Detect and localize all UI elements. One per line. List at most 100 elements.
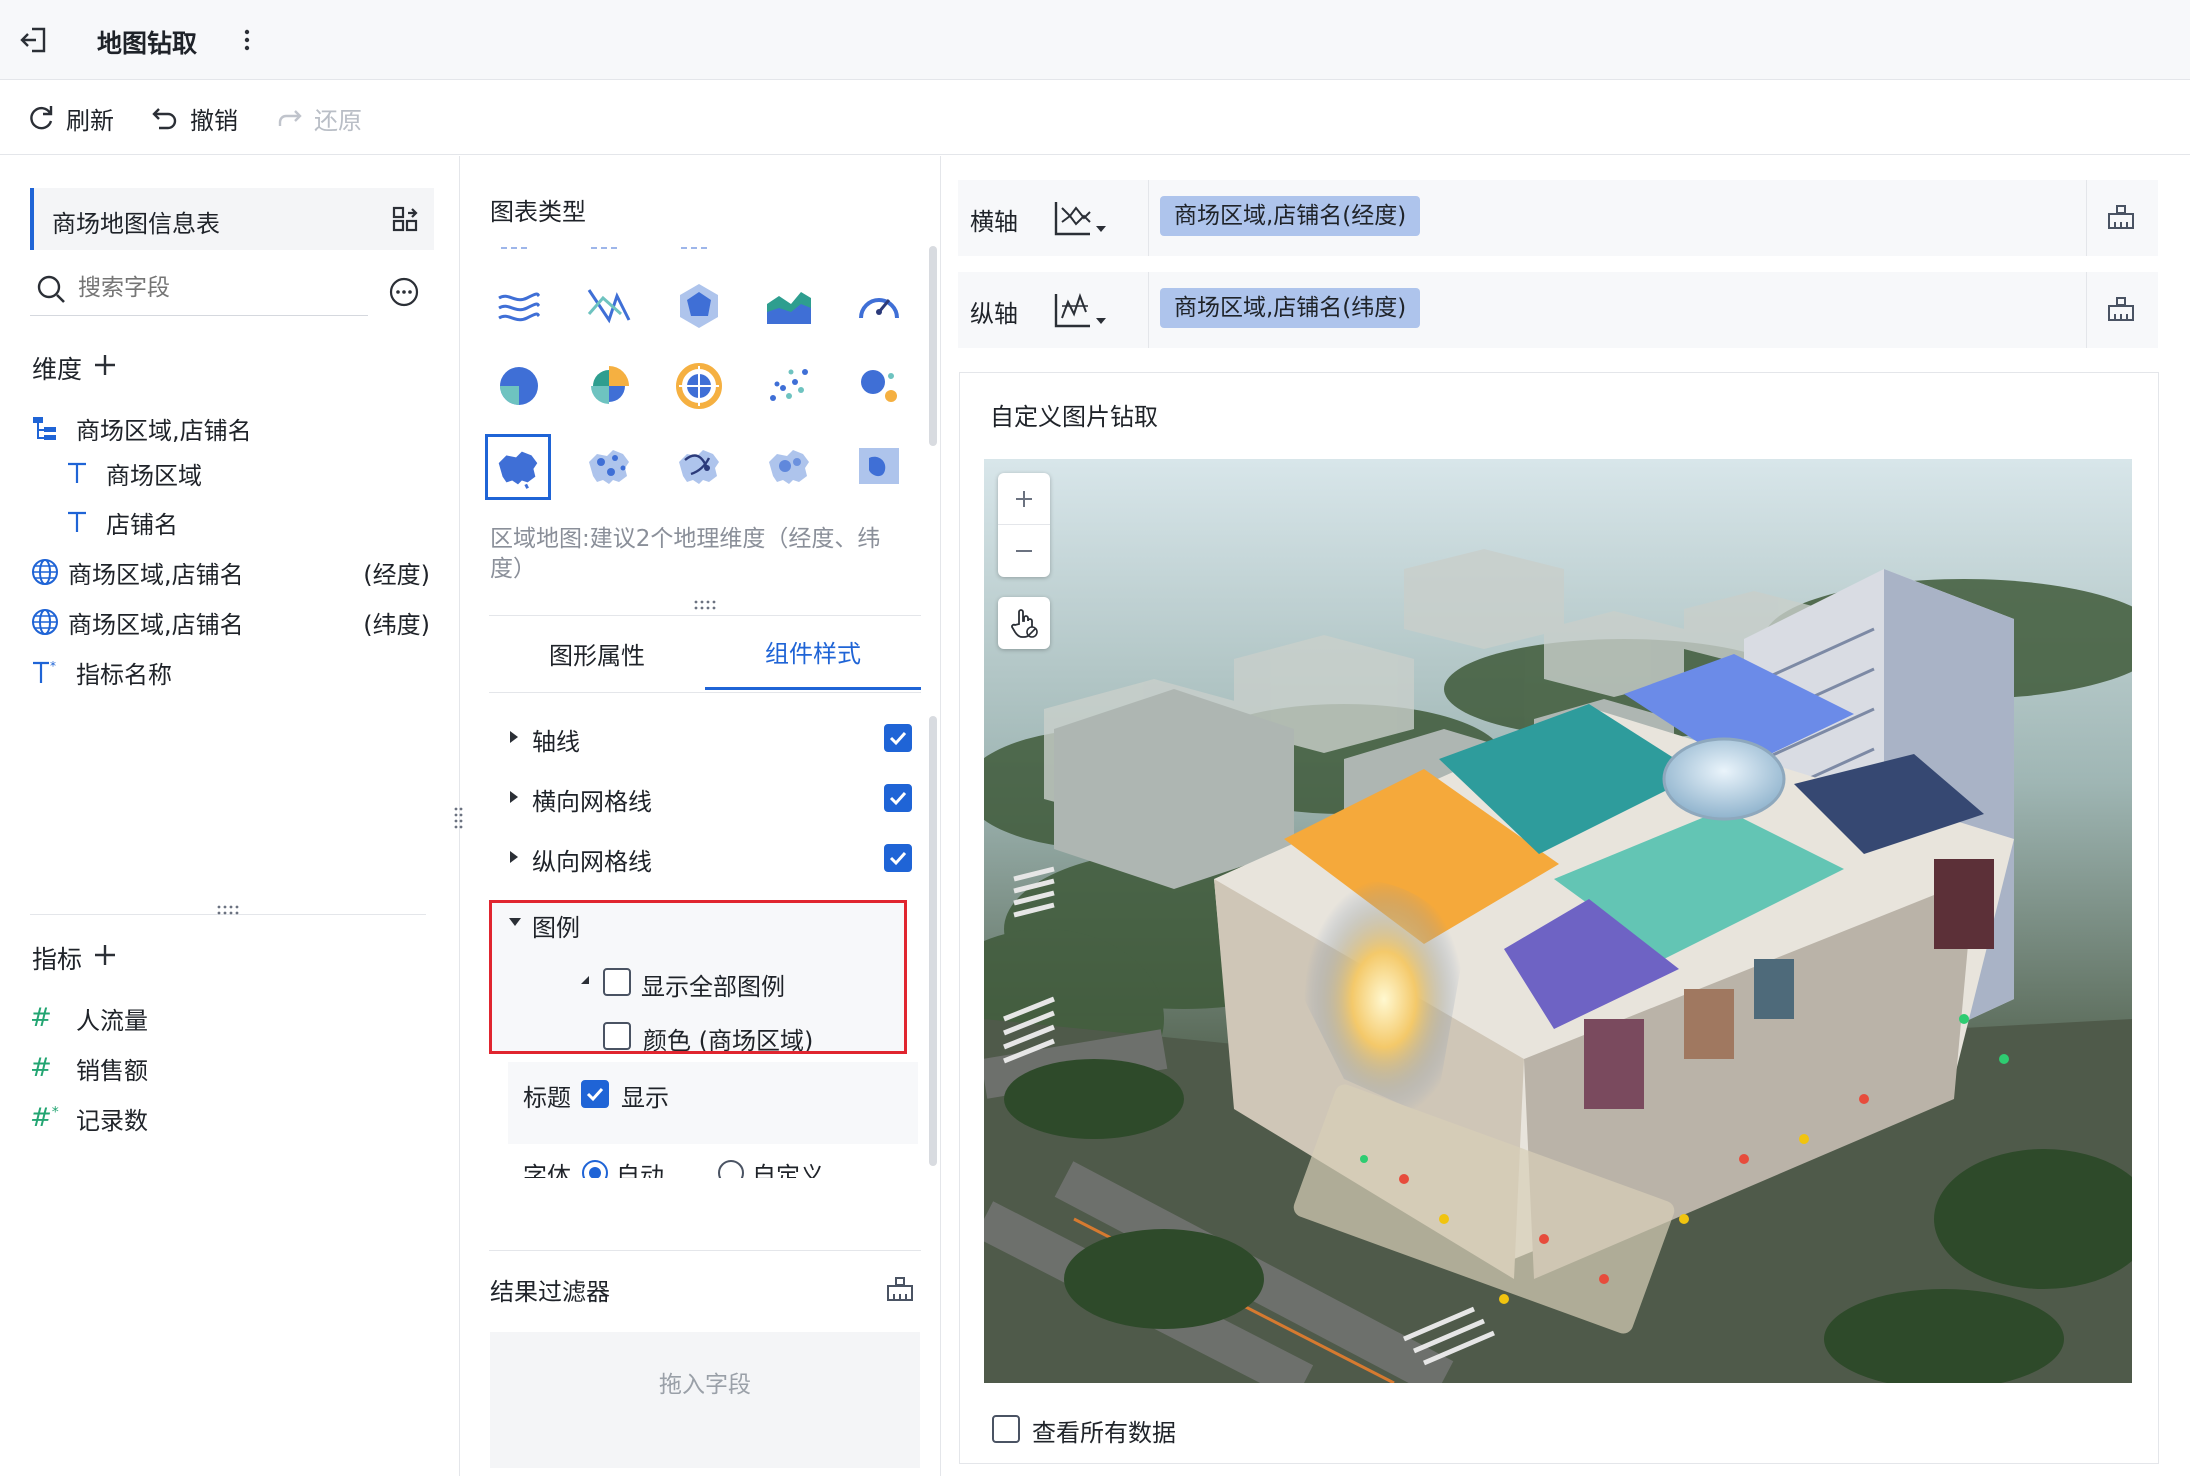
- measure-item-count[interactable]: #* 记录数: [30, 1098, 148, 1138]
- x-axis-field-pill[interactable]: 商场区域,店铺名(经度): [1160, 196, 1421, 236]
- chart-type-heat-map[interactable]: [761, 438, 817, 494]
- chart-type-hint: 区域地图:建议2个地理维度（经度、纬度）: [490, 526, 881, 582]
- style-item-label: 横向网格线: [532, 788, 652, 816]
- title-show-checkbox[interactable]: [581, 1080, 609, 1108]
- chart-type-header: 图表类型: [490, 198, 586, 226]
- chart-type-scrollbar[interactable]: [929, 246, 937, 446]
- section-divider: [489, 692, 921, 693]
- plus-icon: [1016, 490, 1032, 507]
- x-axis-settings-icon[interactable]: [2106, 202, 2136, 232]
- x-axis-scale-icon[interactable]: [1052, 196, 1110, 240]
- chart-type-pie[interactable]: [491, 358, 547, 414]
- chart-config-panel: 图表类型 区域地图:建议2个地理维度（经度、纬度） 图形属性 组件样式 轴线 横…: [461, 156, 941, 1476]
- y-axis-shelf[interactable]: 纵轴 商场区域,店铺名(纬度): [958, 272, 2158, 348]
- measure-label: 人流量: [76, 1006, 148, 1035]
- more-vertical-icon[interactable]: [242, 26, 252, 54]
- undo-button[interactable]: 撤销: [150, 81, 238, 155]
- dimension-item-hierarchy[interactable]: 商场区域,店铺名: [30, 408, 252, 448]
- chart-type-scatter[interactable]: [761, 358, 817, 414]
- redo-label: 还原: [314, 106, 362, 135]
- refresh-icon: [30, 106, 53, 130]
- style-item-hgrid[interactable]: 横向网格线: [508, 776, 918, 820]
- add-measure-icon[interactable]: [92, 942, 118, 968]
- font-custom-radio[interactable]: [718, 1160, 744, 1178]
- chart-canvas: 自定义图片钻取 查看所有数据: [959, 372, 2159, 1464]
- dimension-label: 商场区域,店铺名: [68, 560, 244, 589]
- chart-type-radar[interactable]: [671, 278, 727, 334]
- chart-type-sunburst[interactable]: [671, 358, 727, 414]
- font-auto-radio[interactable]: [582, 1160, 608, 1178]
- chart-type-radar-line[interactable]: [581, 278, 637, 334]
- measures-header: 指标: [32, 945, 83, 974]
- toolbar: 刷新 撤销 还原: [0, 81, 2190, 155]
- chart-type-custom-map[interactable]: [851, 438, 907, 494]
- tab-graphic-properties[interactable]: 图形属性: [489, 616, 705, 690]
- chart-type-bubble[interactable]: [851, 358, 907, 414]
- switch-dataset-icon[interactable]: [390, 204, 420, 234]
- zoom-out-button[interactable]: [998, 525, 1050, 577]
- y-axis-field-pill[interactable]: 商场区域,店铺名(纬度): [1160, 288, 1421, 328]
- exit-icon[interactable]: [18, 24, 50, 56]
- canvas-title: 自定义图片钻取: [990, 403, 1158, 431]
- title-option-label: 标题: [523, 1084, 571, 1112]
- undo-icon: [152, 108, 177, 130]
- tab-component-style[interactable]: 组件样式: [705, 616, 921, 690]
- drill-mode-button[interactable]: [998, 597, 1050, 649]
- number-icon: #: [30, 1053, 52, 1083]
- chart-type-point-map[interactable]: [581, 438, 637, 494]
- font-custom-label: 自定义: [752, 1162, 824, 1178]
- y-axis-scale-icon[interactable]: [1052, 288, 1110, 332]
- chart-type-stream[interactable]: [491, 278, 547, 334]
- x-axis-shelf[interactable]: 横轴 商场区域,店铺名(经度): [958, 180, 2158, 256]
- y-axis-settings-icon[interactable]: [2106, 294, 2136, 324]
- properties-scrollbar[interactable]: [929, 716, 937, 1166]
- hgrid-checkbox[interactable]: [884, 784, 912, 812]
- dimension-item-longitude[interactable]: 商场区域,店铺名 (经度): [30, 552, 430, 592]
- view-all-data-checkbox[interactable]: [992, 1415, 1020, 1443]
- redo-button[interactable]: 还原: [274, 81, 362, 155]
- search-icon: [37, 275, 65, 303]
- text-field-icon: [68, 462, 86, 483]
- style-item-vgrid[interactable]: 纵向网格线: [508, 836, 918, 880]
- measure-item-sales[interactable]: # 销售额: [30, 1048, 148, 1088]
- legend-highlight-box: [489, 900, 907, 1054]
- field-search[interactable]: [30, 260, 368, 316]
- mall-aerial-image[interactable]: [984, 459, 2132, 1383]
- dimension-label: 指标名称: [76, 660, 172, 689]
- redo-icon: [278, 110, 302, 126]
- more-options-icon[interactable]: [388, 276, 420, 308]
- dimension-label: 商场区域: [106, 461, 202, 490]
- dimension-item-metric-name[interactable]: * 指标名称: [30, 652, 172, 692]
- measure-label: 销售额: [76, 1056, 148, 1085]
- dataset-name: 商场地图信息表: [52, 210, 220, 238]
- china-map-icon: [498, 451, 538, 489]
- undo-label: 撤销: [190, 106, 238, 135]
- chart-type-area[interactable]: [761, 278, 817, 334]
- search-input[interactable]: [78, 270, 358, 306]
- filter-settings-icon[interactable]: [885, 1274, 915, 1304]
- axis-checkbox[interactable]: [884, 724, 912, 752]
- refresh-label: 刷新: [66, 106, 114, 135]
- dataset-selector[interactable]: 商场地图信息表: [30, 188, 434, 250]
- chart-type-flow-map[interactable]: [671, 438, 727, 494]
- vgrid-checkbox[interactable]: [884, 844, 912, 872]
- style-item-axis[interactable]: 轴线: [508, 716, 918, 760]
- refresh-button[interactable]: 刷新: [26, 81, 114, 155]
- add-dimension-icon[interactable]: [92, 352, 118, 378]
- chart-type-region-map[interactable]: [485, 434, 551, 500]
- dimension-item-latitude[interactable]: 商场区域,店铺名 (纬度): [30, 602, 430, 642]
- zoom-in-button[interactable]: [998, 473, 1050, 525]
- hand-pointer-icon: [1011, 609, 1038, 638]
- style-item-label: 轴线: [532, 728, 580, 756]
- chart-type-rose[interactable]: [581, 358, 637, 414]
- chart-type-gauge[interactable]: [851, 278, 907, 334]
- zoom-controls: [998, 473, 1050, 577]
- measure-label: 记录数: [76, 1106, 148, 1135]
- filter-drop-zone[interactable]: 拖入字段: [490, 1332, 920, 1468]
- dimension-item-area[interactable]: 商场区域: [64, 453, 202, 493]
- number-calc-icon: #*: [30, 1103, 59, 1133]
- resize-handle-icon[interactable]: [216, 904, 244, 916]
- dimension-item-store[interactable]: 店铺名: [64, 502, 178, 542]
- resize-handle-icon[interactable]: [693, 599, 721, 611]
- measure-item-traffic[interactable]: # 人流量: [30, 998, 148, 1038]
